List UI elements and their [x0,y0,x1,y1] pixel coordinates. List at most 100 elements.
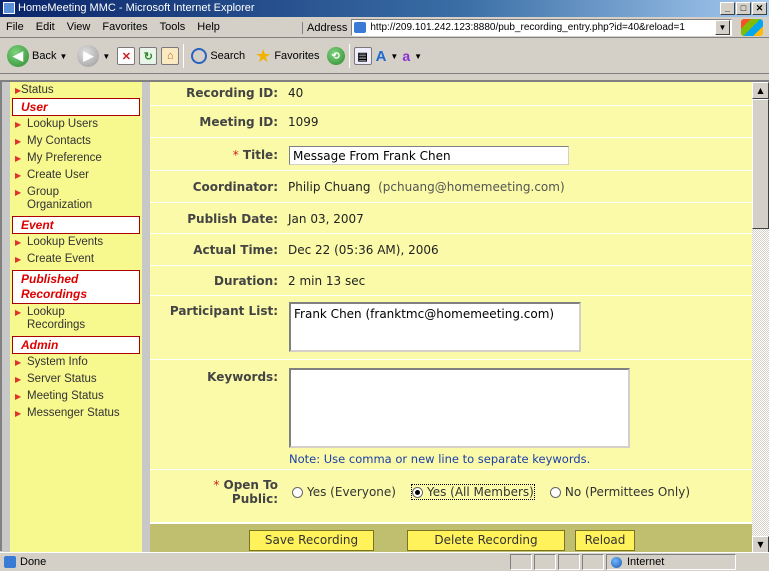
open-to-public-radio-group: Yes (Everyone) Yes (All Members) No (Per… [292,484,706,500]
back-dropdown-icon[interactable]: ▼ [59,52,67,61]
row-meeting-id: Meeting ID: 1099 [150,106,752,138]
favorites-star-icon: ★ [255,46,272,66]
recording-id-value: 40 [288,86,304,100]
participant-listbox[interactable]: Frank Chen (franktmc@homemeeting.com) [289,302,581,352]
meeting-id-value: 1099 [288,115,319,129]
participant-item[interactable]: Frank Chen (franktmc@homemeeting.com) [294,307,576,321]
page-scroll-thumb[interactable] [752,99,769,229]
back-button[interactable]: ◀ Back ▼ [4,43,70,69]
row-title: * Title: Message From Frank Chen [150,138,752,171]
radio-all-members[interactable] [411,486,423,498]
sidebar-item-meeting-status[interactable]: Meeting Status [10,388,142,405]
open-to-public-label: * Open To Public: [150,478,278,506]
windows-logo-icon [741,19,763,36]
sidebar-item-lookup-users[interactable]: Lookup Users [10,116,142,133]
menu-file[interactable]: File [0,21,30,33]
page-scroll-down-icon[interactable]: ▼ [752,536,769,553]
search-button[interactable]: Search [188,46,248,66]
font-dropdown-icon[interactable]: ▼ [390,52,398,61]
sidebar-item-messenger-status[interactable]: Messenger Status [10,405,142,422]
internet-zone: Internet [606,554,736,570]
delete-recording-button[interactable]: Delete Recording [407,530,565,551]
sidebar-item-lookup-recordings[interactable]: Lookup Recordings [10,304,90,334]
address-bar: Address http://209.101.242.123:8880/pub_… [302,19,732,36]
forward-dropdown-icon[interactable]: ▼ [102,52,110,61]
menu-help[interactable]: Help [191,21,226,33]
status-cell [558,554,580,570]
forward-button[interactable]: ▶ ▼ [74,43,113,69]
menu-tools[interactable]: Tools [154,21,192,33]
radio-everyone-label: Yes (Everyone) [307,485,396,499]
sidebar-section-admin: Admin [12,336,140,354]
back-arrow-icon: ◀ [7,45,29,67]
publish-date-label: Publish Date: [187,212,278,226]
toolbar-separator [183,44,185,68]
font-size-icon[interactable]: A [376,48,387,65]
row-open-to-public: * Open To Public: Yes (Everyone) Yes (All… [150,470,752,522]
actual-time-value: Dec 22 (05:36 AM), 2006 [288,243,439,257]
keywords-label: Keywords: [207,370,278,384]
toolbar-separator-2 [348,44,350,68]
row-participants: Participant List: Frank Chen (franktmc@h… [150,296,752,360]
radio-everyone[interactable] [292,486,303,498]
home-icon[interactable]: ⌂ [161,47,180,65]
radio-option-permittees-only[interactable]: No (Permittees Only) [549,485,690,499]
ie-icon [3,2,15,14]
sidebar-item-create-event[interactable]: Create Event [10,251,142,268]
required-marker: * [232,148,239,162]
sidebar-section-event: Event [12,216,140,234]
radio-option-all-members[interactable]: Yes (All Members) [410,484,535,500]
status-cell [510,554,532,570]
favorites-button[interactable]: ★ Favorites [252,45,322,67]
coordinator-email: (pchuang@homemeeting.com) [378,180,565,194]
encoding-dropdown-icon[interactable]: ▼ [414,52,422,61]
sidebar-divider [142,82,150,553]
reload-button[interactable]: Reload [575,530,635,551]
search-icon [191,48,208,64]
stop-icon[interactable]: ✕ [117,47,136,65]
address-input[interactable]: http://209.101.242.123:8880/pub_recordin… [351,19,732,36]
sidebar-item-system-info[interactable]: System Info [10,354,142,371]
menu-favorites[interactable]: Favorites [96,21,153,33]
open-to-public-line2: Public: [231,492,278,506]
menu-view[interactable]: View [61,21,97,33]
page-icon [354,22,367,33]
keywords-textarea[interactable] [289,368,630,448]
recording-form: Recording ID: 40 Meeting ID: 1099 * Titl… [150,82,752,553]
history-icon[interactable]: ⟲ [326,47,345,65]
window-title: HomeMeeting MMC - Microsoft Internet Exp… [18,2,255,14]
page-vertical-scrollbar[interactable]: ▲ ▼ [752,82,769,553]
back-label: Back [32,50,57,62]
refresh-icon[interactable]: ↻ [139,47,158,65]
sidebar-item-server-status[interactable]: Server Status [10,371,142,388]
sidebar-item-create-user[interactable]: Create User [10,167,142,184]
encoding-icon[interactable]: a [402,48,410,64]
page-scroll-up-icon[interactable]: ▲ [752,82,769,99]
print-icon[interactable]: ▤ [353,47,372,65]
maximize-button[interactable]: □ [736,2,751,15]
sidebar-item-my-contacts[interactable]: My Contacts [10,133,142,150]
close-button[interactable]: ✕ [752,2,767,15]
forward-arrow-icon: ▶ [77,45,100,67]
title-label-text: Title: [242,148,278,162]
menu-edit[interactable]: Edit [30,21,61,33]
sidebar-item-status[interactable]: Status [10,82,142,97]
radio-option-everyone[interactable]: Yes (Everyone) [292,485,396,499]
row-keywords: Keywords: Note: Use comma or new line to… [150,360,752,470]
radio-permittees-only[interactable] [549,486,561,498]
sidebar-section-user: User [12,98,140,116]
status-cell [582,554,604,570]
sidebar-section-published-recordings: Published Recordings [12,270,140,304]
address-dropdown-icon[interactable]: ▼ [715,20,730,35]
address-url: http://209.101.242.123:8880/pub_recordin… [370,22,685,33]
actual-time-label: Actual Time: [193,243,278,257]
sidebar-item-my-preference[interactable]: My Preference [10,150,142,167]
sidebar-item-lookup-events[interactable]: Lookup Events [10,234,142,251]
title-input[interactable]: Message From Frank Chen [289,146,569,165]
title-label: * Title: [150,148,278,162]
required-marker-2: * [213,478,220,492]
sidebar-item-group-organization[interactable]: Group Organization [10,184,110,214]
minimize-button[interactable]: _ [720,2,735,15]
coordinator-label: Coordinator: [192,180,278,194]
save-recording-button[interactable]: Save Recording [249,530,374,551]
